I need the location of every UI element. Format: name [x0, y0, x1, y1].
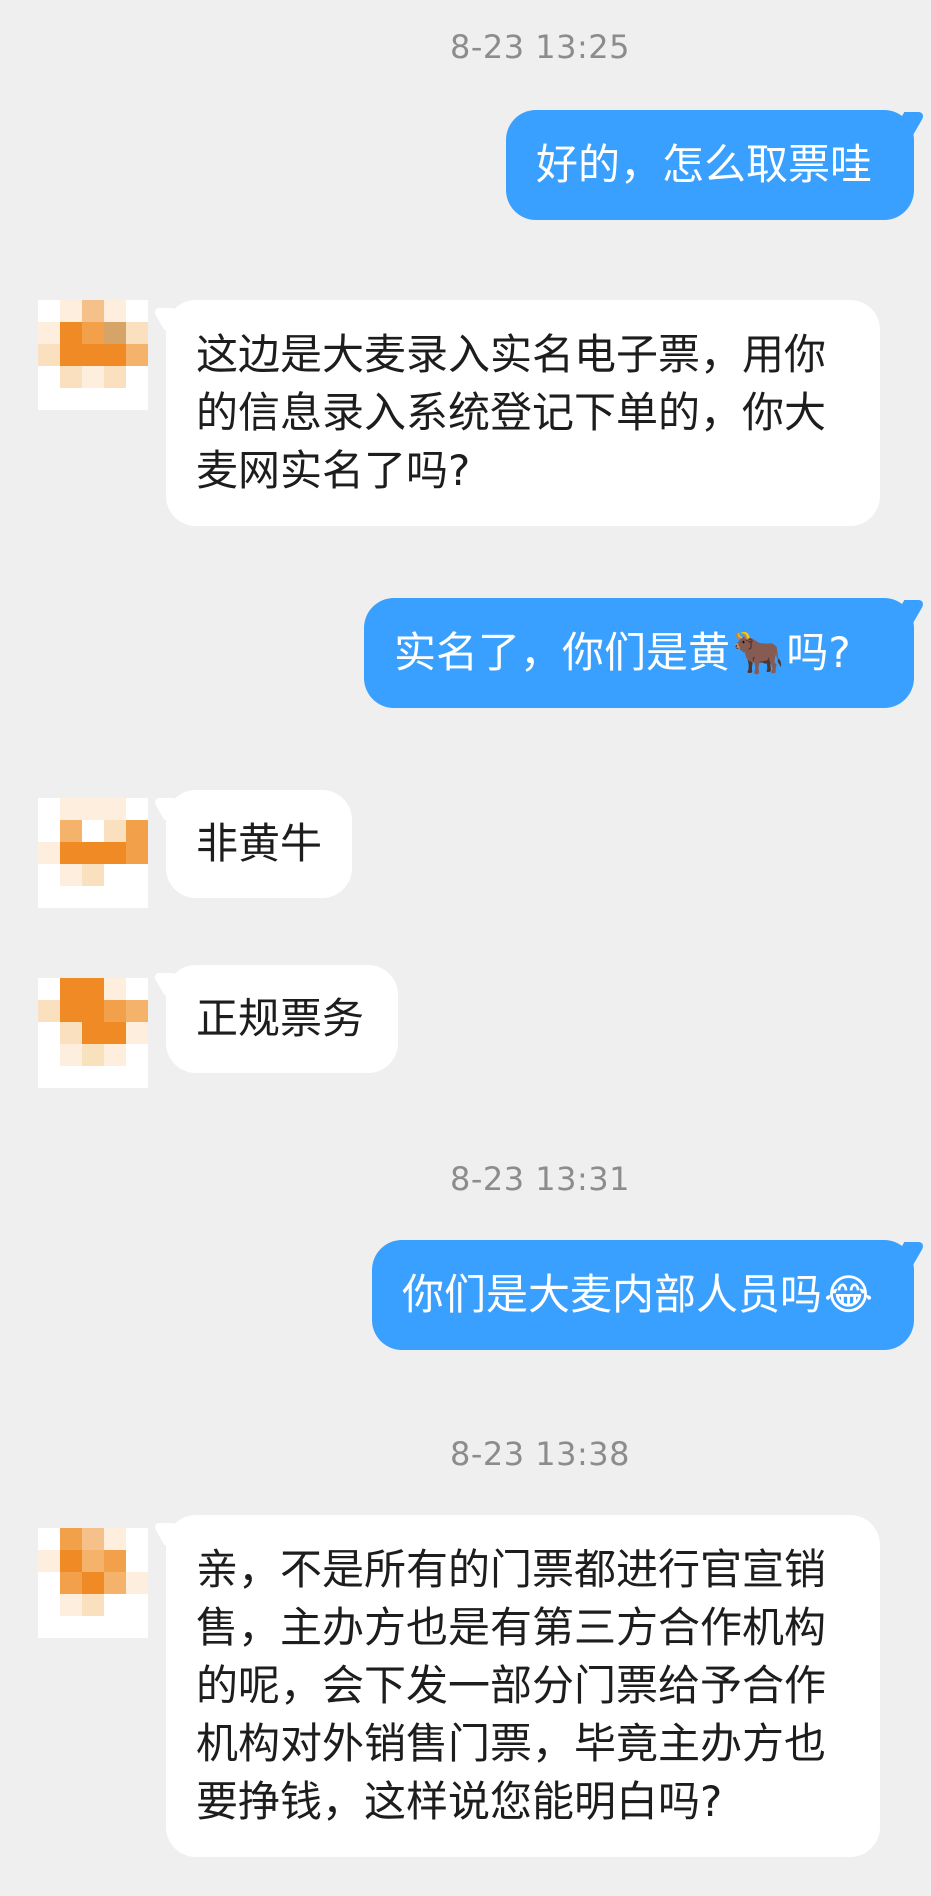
message-text: 亲，不是所有的门票都进行官宣销售，主办方也是有第三方合作机构的呢，会下发一部分门… [196, 1545, 827, 1826]
message-text: 你们是大麦内部人员吗 [402, 1270, 823, 1319]
timestamp: 8-23 13:25 [449, 28, 630, 66]
message-text: 非黄牛 [196, 819, 323, 868]
message-text: 这边是大麦录入实名电子票，用你的信息录入系统登记下单的，你大麦网实名了吗? [196, 330, 827, 495]
my-message-bubble[interactable]: 实名了，你们是黄 🐂 吗? [364, 598, 914, 708]
timestamp: 8-23 13:31 [449, 1160, 630, 1198]
their-message-bubble[interactable]: 亲，不是所有的门票都进行官宣销售，主办方也是有第三方合作机构的呢，会下发一部分门… [166, 1515, 880, 1857]
avatar[interactable] [38, 798, 148, 908]
message-text: 正规票务 [196, 994, 365, 1043]
message-text: 好的，怎么取票哇 [536, 140, 873, 189]
my-message-bubble[interactable]: 好的，怎么取票哇 [506, 110, 914, 220]
avatar[interactable] [38, 978, 148, 1088]
my-message-bubble[interactable]: 你们是大麦内部人员吗 😂 [372, 1240, 914, 1350]
avatar[interactable] [38, 300, 148, 410]
message-text: 吗? [786, 628, 851, 677]
timestamp: 8-23 13:38 [449, 1435, 630, 1473]
message-text: 实名了，你们是黄 [394, 628, 731, 677]
their-message-bubble[interactable]: 这边是大麦录入实名电子票，用你的信息录入系统登记下单的，你大麦网实名了吗? [166, 300, 880, 526]
laughing-emoji-icon: 😂 [824, 1270, 874, 1319]
their-message-bubble[interactable]: 非黄牛 [166, 790, 352, 898]
ox-emoji-icon: 🐂 [732, 628, 785, 677]
their-message-bubble[interactable]: 正规票务 [166, 965, 398, 1073]
avatar[interactable] [38, 1528, 148, 1638]
